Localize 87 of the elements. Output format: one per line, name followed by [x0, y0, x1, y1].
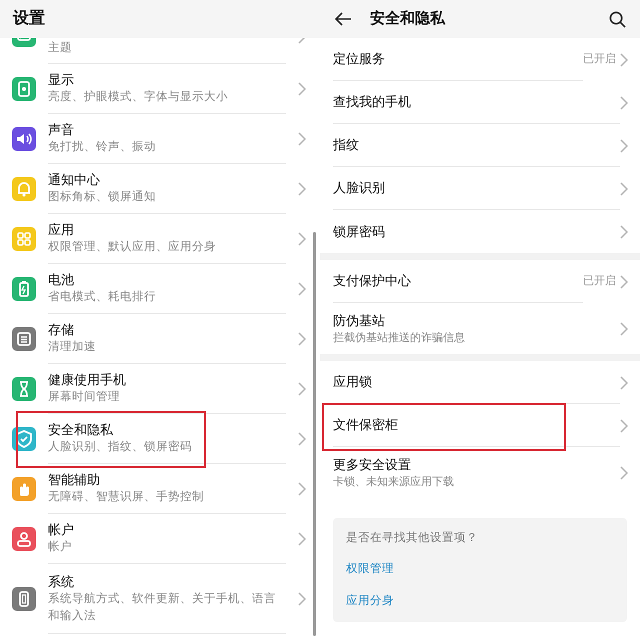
item-title: 文件保密柜: [333, 416, 399, 434]
screen-title: 设置: [13, 8, 45, 29]
item-title: 应用锁: [333, 373, 373, 391]
item-subtitle: 清理加速: [48, 340, 97, 355]
settings-item[interactable]: 防伪基站 拦截伪基站推送的诈骗信息: [320, 303, 640, 354]
item-subtitle: 系统导航方式、软件更新、关于手机、语言和输入法: [48, 591, 277, 624]
item-title: 更多安全设置: [333, 456, 412, 474]
settings-item[interactable]: 应用 权限管理、默认应用、应用分身: [0, 214, 320, 264]
settings-item[interactable]: 文件保密柜: [320, 404, 640, 447]
item-subtitle: 免打扰、铃声、振动: [48, 140, 157, 155]
item-title: 健康使用手机: [48, 371, 127, 389]
item-title: 通知中心: [48, 171, 101, 189]
item-subtitle: 亮度、护眼模式、字体与显示大小: [48, 89, 229, 105]
chevron-icon: [298, 482, 306, 496]
settings-item[interactable]: 查找我的手机: [320, 81, 640, 124]
settings-item[interactable]: 指纹: [320, 124, 640, 167]
chevron-icon: [620, 322, 628, 336]
item-title: 指纹: [333, 136, 360, 154]
chevron-icon: [620, 52, 628, 66]
item-title: 声音: [48, 121, 75, 139]
item-subtitle: 权限管理、默认应用、应用分身: [48, 240, 217, 255]
chevron-icon: [620, 466, 628, 480]
settings-item[interactable]: 智能辅助 无障碍、智慧识屏、手势控制: [0, 464, 320, 514]
settings-item[interactable]: 通知中心 图标角标、锁屏通知: [0, 164, 320, 214]
suggestion-question: 是否在寻找其他设置项？: [346, 530, 479, 546]
chevron-icon: [298, 332, 306, 346]
item-subtitle: 主题: [48, 40, 73, 56]
chevron-icon: [298, 132, 306, 146]
settings-item[interactable]: 声音 免打扰、铃声、振动: [0, 114, 320, 164]
item-title: 查找我的手机: [333, 93, 412, 111]
item-title: 智能辅助: [48, 471, 101, 489]
item-title: 系统: [48, 572, 75, 590]
settings-item[interactable]: 显示 亮度、护眼模式、字体与显示大小: [0, 64, 320, 114]
chevron-icon: [620, 376, 628, 390]
item-subtitle: 拦截伪基站推送的诈骗信息: [333, 330, 466, 346]
back-arrow-icon[interactable]: [334, 11, 352, 27]
chevron-icon: [620, 138, 628, 152]
item-title: 防伪基站: [333, 312, 386, 330]
chevron-icon: [298, 532, 306, 546]
item-subtitle: 屏幕时间管理: [48, 390, 121, 405]
suggestion-link[interactable]: 权限管理: [346, 561, 394, 578]
item-title: 电池: [48, 271, 75, 289]
item-title: 帐户: [48, 521, 75, 539]
settings-item[interactable]: 定位服务 已开启: [320, 38, 640, 81]
settings-item[interactable]: 人脸识别: [320, 167, 640, 210]
settings-item[interactable]: 健康使用手机 屏幕时间管理: [0, 364, 320, 414]
item-title: 锁屏密码: [333, 222, 386, 240]
item-title: 显示: [48, 71, 75, 89]
suggestion-link[interactable]: 应用分身: [346, 592, 394, 610]
item-subtitle: 帐户: [48, 539, 73, 555]
settings-item[interactable]: 安全和隐私 人脸识别、指纹、锁屏密码: [0, 414, 320, 464]
item-title: 支付保护中心: [333, 272, 412, 290]
item-subtitle: 省电模式、耗电排行: [48, 290, 157, 305]
settings-item[interactable]: 存储 清理加速: [0, 314, 320, 364]
item-subtitle: 无障碍、智慧识屏、手势控制: [48, 489, 205, 505]
chevron-icon: [620, 224, 628, 238]
chevron-icon: [298, 232, 306, 246]
chevron-icon: [298, 432, 306, 446]
item-title: 定位服务: [333, 50, 386, 68]
chevron-icon: [298, 382, 306, 396]
screen-title: 安全和隐私: [370, 8, 446, 29]
item-title: 应用: [48, 221, 75, 239]
settings-item[interactable]: 应用锁: [320, 361, 640, 404]
chevron-icon: [620, 182, 628, 196]
item-subtitle: 人脸识别、指纹、锁屏密码: [48, 439, 193, 455]
chevron-icon: [298, 182, 306, 196]
item-title: 安全和隐私: [48, 421, 114, 439]
settings-item[interactable]: 锁屏密码: [320, 210, 640, 253]
settings-item[interactable]: 帐户 帐户: [0, 514, 320, 564]
item-subtitle: 卡锁、未知来源应用下载: [333, 474, 455, 490]
status-label: 已开启: [583, 52, 616, 68]
search-icon[interactable]: [609, 10, 626, 28]
chevron-icon: [298, 282, 306, 296]
chevron-icon: [620, 274, 628, 288]
settings-item[interactable]: 系统 系统导航方式、软件更新、关于手机、语言和输入法: [0, 564, 320, 634]
chevron-icon: [298, 592, 306, 606]
settings-item[interactable]: 更多安全设置 卡锁、未知来源应用下载: [320, 447, 640, 498]
settings-item[interactable]: 电池 省电模式、耗电排行: [0, 264, 320, 314]
item-subtitle: 图标角标、锁屏通知: [48, 190, 157, 205]
settings-item[interactable]: 支付保护中心 已开启: [320, 260, 640, 303]
chevron-icon: [620, 418, 628, 432]
chevron-icon: [620, 96, 628, 110]
chevron-icon: [298, 82, 306, 96]
settings-item[interactable]: 主题: [0, 38, 320, 64]
item-title: 人脸识别: [333, 179, 386, 197]
status-label: 已开启: [583, 274, 616, 290]
item-title: 存储: [48, 321, 75, 339]
